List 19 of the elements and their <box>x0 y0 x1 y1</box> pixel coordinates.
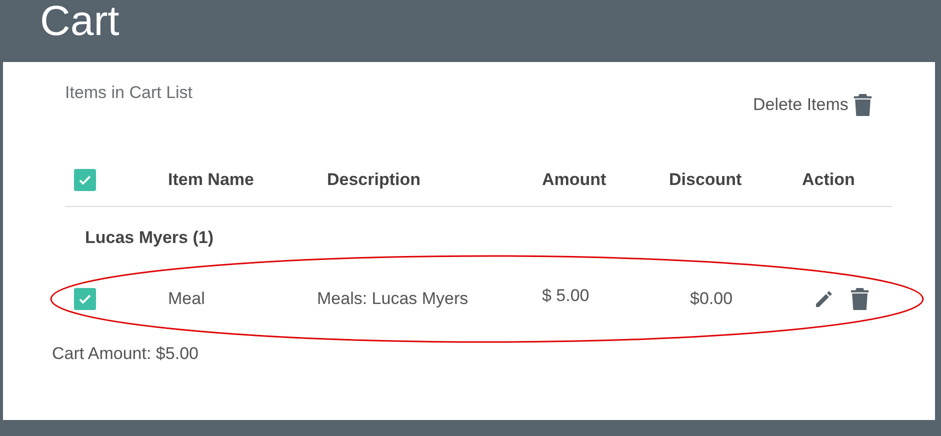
checkbox[interactable] <box>74 168 96 190</box>
table-cell: $ 5.00 <box>542 286 590 304</box>
trash-icon[interactable] <box>854 94 872 116</box>
list-title: Items in Cart List <box>65 82 193 104</box>
pencil-icon[interactable] <box>815 290 833 308</box>
column-header: Amount <box>542 170 606 188</box>
column-header: Discount <box>669 170 742 188</box>
delete-items-button[interactable]: Delete Items <box>752 92 872 118</box>
table-cell: Meal <box>168 288 205 308</box>
column-header: Action <box>802 170 855 188</box>
trash-icon[interactable] <box>851 288 869 310</box>
checkbox[interactable] <box>74 288 96 310</box>
column-header: Description <box>327 170 421 188</box>
cart-amount: Cart Amount: $5.00 <box>52 344 198 362</box>
table-cell: Meals: Lucas Myers <box>317 288 468 308</box>
page-title: Cart <box>40 0 120 42</box>
column-header: Item Name <box>168 170 254 188</box>
group-header: Lucas Myers (1) <box>85 228 214 246</box>
table-cell: $0.00 <box>690 288 733 308</box>
